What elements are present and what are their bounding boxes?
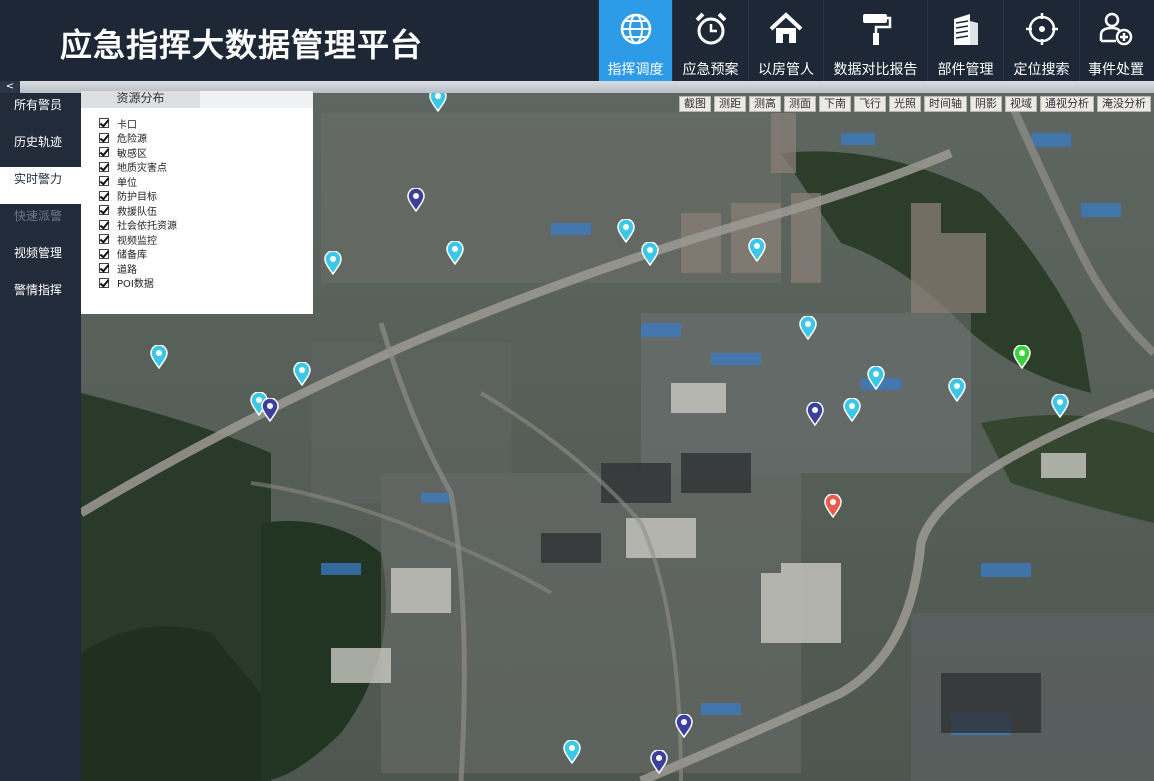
tool-flood-analysis-button[interactable]: 淹没分析 bbox=[1097, 96, 1151, 112]
header-bar: 应急指挥大数据管理平台 指挥调度 应急预案 以房管人 数据对比报告 部件管理 定… bbox=[0, 0, 1154, 81]
resource-tab-bar bbox=[200, 91, 313, 108]
resource-tab[interactable]: 资源分布 bbox=[81, 91, 200, 108]
checkbox[interactable] bbox=[99, 190, 109, 201]
map-marker-cyan-icon[interactable] bbox=[867, 366, 885, 390]
tool-measure-area-button[interactable]: 测面 bbox=[784, 96, 816, 112]
resource-panel: 卡口 危险源 敏感区 地质灾害点 单位 防护目标 救援队伍 社会依托资源 视频监… bbox=[81, 108, 313, 314]
map-marker-cyan-icon[interactable] bbox=[641, 242, 659, 266]
tool-shadow-button[interactable]: 阴影 bbox=[970, 96, 1002, 112]
building-icon bbox=[946, 9, 986, 49]
resource-item[interactable]: 救援队伍 bbox=[99, 203, 313, 218]
map-marker-navy-icon[interactable] bbox=[675, 714, 693, 738]
nav-label: 定位搜索 bbox=[1013, 62, 1070, 78]
map-toolbar: 截图 测距 测高 测面 下南 飞行 光照 时间轴 阴影 视域 通视分析 淹没分析 bbox=[679, 96, 1151, 112]
map-marker-navy-icon[interactable] bbox=[261, 398, 279, 422]
sidebar-item-quick-dispatch[interactable]: 快速派警 bbox=[0, 204, 81, 241]
user-add-icon bbox=[1096, 9, 1136, 49]
tool-timeline-button[interactable]: 时间轴 bbox=[924, 96, 967, 112]
app-title: 应急指挥大数据管理平台 bbox=[60, 26, 424, 64]
map-marker-navy-icon[interactable] bbox=[407, 188, 425, 212]
sidebar: 所有警员 历史轨迹 实时警力 快速派警 视频管理 警情指挥 bbox=[0, 93, 81, 781]
checkbox[interactable] bbox=[99, 263, 109, 274]
nav-event-handling[interactable]: 事件处置 bbox=[1079, 0, 1152, 81]
checkbox[interactable] bbox=[99, 248, 109, 259]
alarm-clock-icon bbox=[691, 9, 731, 49]
map-marker-cyan-icon[interactable] bbox=[429, 93, 447, 112]
target-icon bbox=[1022, 9, 1062, 49]
nav-label: 数据对比报告 bbox=[833, 62, 918, 78]
resource-item[interactable]: 敏感区 bbox=[99, 145, 313, 160]
map-marker-cyan-icon[interactable] bbox=[843, 398, 861, 422]
tool-measure-distance-button[interactable]: 测距 bbox=[714, 96, 746, 112]
sidebar-item-realtime-force[interactable]: 实时警力 bbox=[0, 167, 81, 204]
map-marker-red-icon[interactable] bbox=[824, 494, 842, 518]
map-marker-cyan-icon[interactable] bbox=[150, 345, 168, 369]
resource-item[interactable]: 卡口 bbox=[99, 116, 313, 131]
sidebar-item-history-track[interactable]: 历史轨迹 bbox=[0, 130, 81, 167]
nav-data-report[interactable]: 数据对比报告 bbox=[823, 0, 927, 81]
checkbox[interactable] bbox=[99, 147, 109, 158]
map-marker-cyan-icon[interactable] bbox=[948, 378, 966, 402]
nav-emergency-plan[interactable]: 应急预案 bbox=[672, 0, 748, 81]
resource-item[interactable]: 防护目标 bbox=[99, 189, 313, 203]
collapse-button[interactable]: < bbox=[0, 81, 20, 93]
nav-label: 以房管人 bbox=[758, 62, 814, 78]
map-marker-navy-icon[interactable] bbox=[650, 750, 668, 774]
house-icon bbox=[766, 9, 806, 49]
map-marker-cyan-icon[interactable] bbox=[446, 241, 464, 265]
nav-dispatch[interactable]: 指挥调度 bbox=[598, 0, 672, 81]
sidebar-item-video-management[interactable]: 视频管理 bbox=[0, 241, 81, 278]
resource-item[interactable]: 道路 bbox=[99, 261, 313, 276]
nav-parts-management[interactable]: 部件管理 bbox=[927, 0, 1003, 81]
nav-label: 应急预案 bbox=[682, 62, 739, 78]
checkbox[interactable] bbox=[99, 277, 109, 288]
tool-fly-button[interactable]: 飞行 bbox=[854, 96, 886, 112]
checkbox[interactable] bbox=[99, 176, 109, 187]
nav-label: 事件处置 bbox=[1088, 62, 1144, 78]
map-marker-navy-icon[interactable] bbox=[806, 402, 824, 426]
sidebar-item-all-officers[interactable]: 所有警员 bbox=[0, 93, 81, 130]
checkbox[interactable] bbox=[99, 118, 109, 129]
map-marker-green-icon[interactable] bbox=[1013, 345, 1031, 369]
map-marker-cyan-icon[interactable] bbox=[324, 251, 342, 275]
tool-measure-height-button[interactable]: 测高 bbox=[749, 96, 781, 112]
resource-item[interactable]: 危险源 bbox=[99, 131, 313, 145]
resource-item[interactable]: 视频监控 bbox=[99, 232, 313, 247]
map-marker-cyan-icon[interactable] bbox=[563, 740, 581, 764]
nav-label: 指挥调度 bbox=[607, 62, 664, 78]
checkbox[interactable] bbox=[99, 219, 109, 230]
resource-item[interactable]: 储备库 bbox=[99, 247, 313, 261]
nav-label: 部件管理 bbox=[937, 62, 994, 78]
checkbox[interactable] bbox=[99, 132, 109, 143]
nav-house-people[interactable]: 以房管人 bbox=[748, 0, 823, 81]
resource-item[interactable]: 地质灾害点 bbox=[99, 160, 313, 174]
checkbox[interactable] bbox=[99, 234, 109, 245]
globe-icon bbox=[616, 9, 656, 49]
resource-item[interactable]: POI数据 bbox=[99, 276, 313, 290]
checkbox[interactable] bbox=[99, 205, 109, 216]
tool-lighting-button[interactable]: 光照 bbox=[889, 96, 921, 112]
map-marker-cyan-icon[interactable] bbox=[799, 316, 817, 340]
paint-roller-icon bbox=[856, 9, 896, 49]
nav-location-search[interactable]: 定位搜索 bbox=[1003, 0, 1079, 81]
top-nav: 指挥调度 应急预案 以房管人 数据对比报告 部件管理 定位搜索 事件处置 bbox=[598, 0, 1152, 81]
sidebar-item-incident-command[interactable]: 警情指挥 bbox=[0, 278, 81, 315]
tool-screenshot-button[interactable]: 截图 bbox=[679, 96, 711, 112]
tool-viewshed-button[interactable]: 视域 bbox=[1005, 96, 1037, 112]
map-marker-cyan-icon[interactable] bbox=[293, 362, 311, 386]
checkbox[interactable] bbox=[99, 161, 109, 172]
resource-item[interactable]: 单位 bbox=[99, 174, 313, 189]
tool-south-button[interactable]: 下南 bbox=[819, 96, 851, 112]
map-marker-cyan-icon[interactable] bbox=[748, 238, 766, 262]
map-marker-cyan-icon[interactable] bbox=[617, 219, 635, 243]
tool-visibility-analysis-button[interactable]: 通视分析 bbox=[1040, 96, 1094, 112]
map-marker-cyan-icon[interactable] bbox=[1051, 394, 1069, 418]
resource-item[interactable]: 社会依托资源 bbox=[99, 218, 313, 232]
